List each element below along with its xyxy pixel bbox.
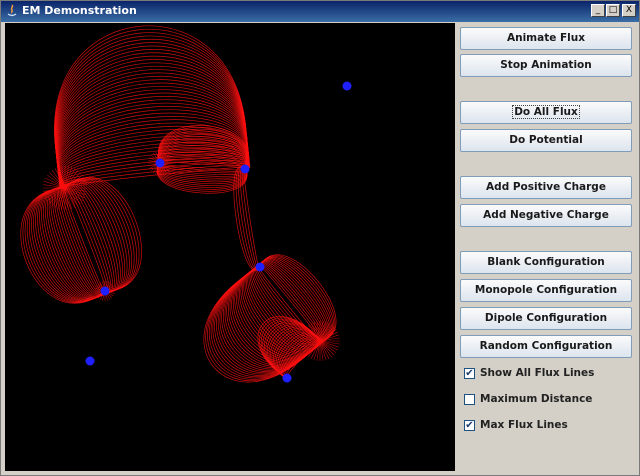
checkbox-mark: ✔: [464, 420, 475, 431]
add-positive-charge-button[interactable]: Add Positive Charge: [460, 176, 632, 199]
charge-marker[interactable]: [342, 81, 352, 91]
charge-marker[interactable]: [155, 158, 165, 168]
flux-canvas[interactable]: [5, 23, 455, 471]
monopole-configuration-button[interactable]: Monopole Configuration: [460, 279, 632, 302]
charge-marker[interactable]: [240, 164, 250, 174]
charge-marker[interactable]: [85, 356, 95, 366]
blank-configuration-button[interactable]: Blank Configuration: [460, 251, 632, 274]
dipole-configuration-button[interactable]: Dipole Configuration: [460, 307, 632, 330]
stop-animation-button[interactable]: Stop Animation: [460, 54, 632, 77]
charge-marker[interactable]: [282, 373, 292, 383]
app-window: EM Demonstration _ □ X Animate Flux Stop…: [0, 0, 640, 476]
checkbox-mark: [464, 394, 475, 405]
title-bar[interactable]: EM Demonstration _ □ X: [1, 1, 639, 22]
field-lines-drawing: [20, 25, 352, 383]
maximize-button[interactable]: □: [606, 4, 620, 17]
checkbox-mark: ✔: [464, 368, 475, 379]
control-panel: Animate Flux Stop Animation Do All Flux …: [455, 23, 639, 473]
add-negative-charge-button[interactable]: Add Negative Charge: [460, 204, 632, 227]
animate-flux-button[interactable]: Animate Flux: [460, 27, 632, 50]
java-app-icon: [7, 4, 17, 17]
close-button[interactable]: X: [622, 4, 636, 17]
charge-marker[interactable]: [255, 262, 265, 272]
charge-marker[interactable]: [100, 286, 110, 296]
random-configuration-button[interactable]: Random Configuration: [460, 335, 632, 358]
do-potential-button[interactable]: Do Potential: [460, 129, 632, 152]
do-all-flux-button[interactable]: Do All Flux: [460, 101, 632, 124]
minimize-button[interactable]: _: [591, 4, 605, 17]
window-title: EM Demonstration: [22, 4, 137, 17]
